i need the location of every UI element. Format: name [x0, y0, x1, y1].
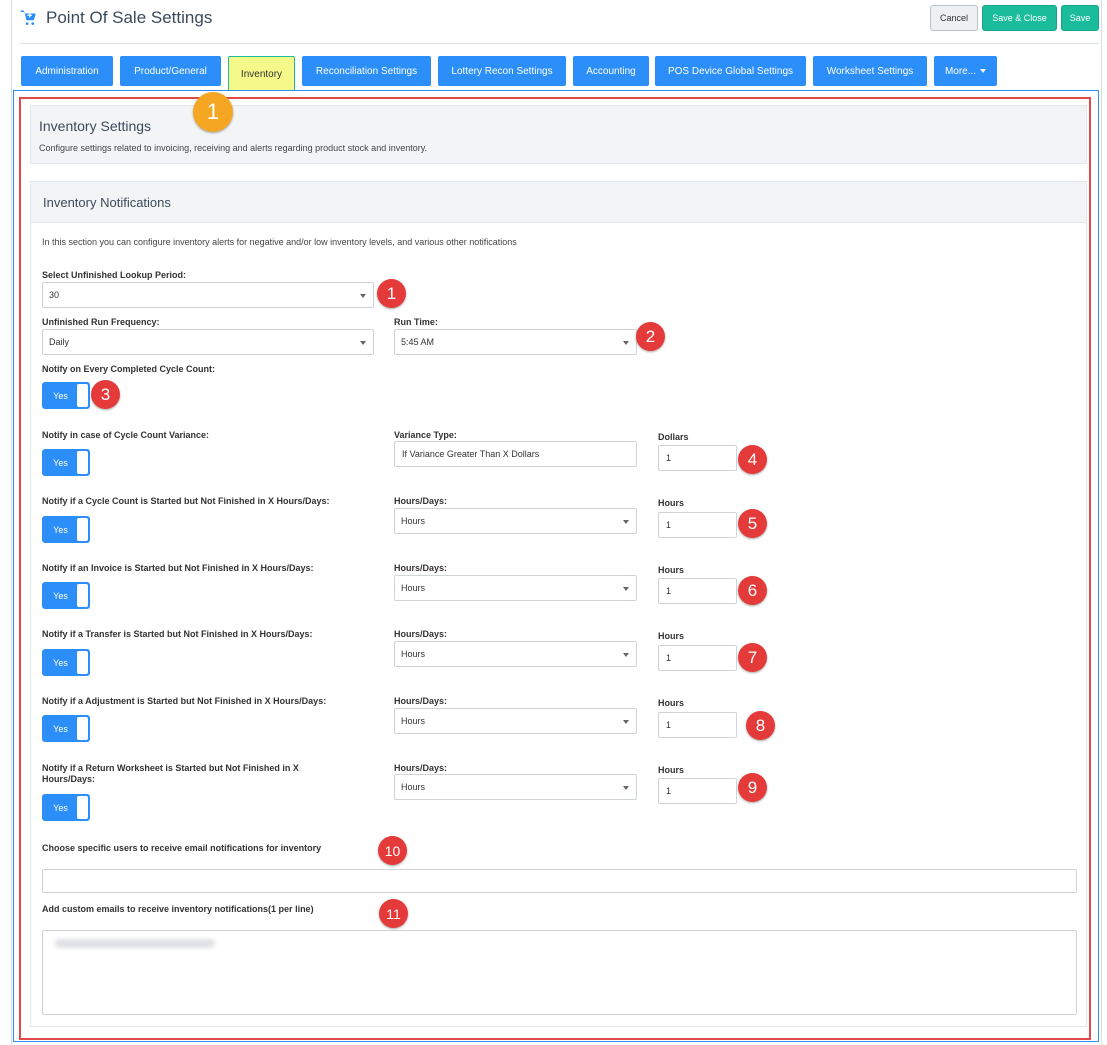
header-divider [20, 43, 1099, 44]
shopping-cart-icon [20, 10, 36, 25]
chevron-down-icon [980, 69, 987, 73]
tab-accounting[interactable]: Accounting [573, 56, 649, 86]
tab-administration[interactable]: Administration [21, 56, 113, 86]
callout-badge-3: 3 [91, 380, 120, 409]
page-title: Point Of Sale Settings [46, 8, 213, 27]
callout-badge-4: 4 [738, 445, 767, 474]
callout-badge-1: 1 [377, 279, 406, 308]
tab-more[interactable]: More... [934, 56, 997, 86]
tab-worksheet-settings[interactable]: Worksheet Settings [813, 56, 927, 86]
callout-badge-10: 10 [378, 836, 407, 865]
tab-more-label: More... [944, 65, 977, 77]
callout-badge-7: 7 [738, 643, 767, 672]
callout-badge-5: 5 [738, 509, 767, 538]
callout-badge-section: 1 [193, 92, 233, 132]
page-header: Point Of Sale Settings [20, 8, 212, 28]
save-close-button[interactable]: Save & Close [982, 5, 1057, 31]
right-frame-border [1101, 0, 1102, 1045]
tab-product-general[interactable]: Product/General [120, 56, 221, 86]
tab-pos-device-global-settings[interactable]: POS Device Global Settings [655, 56, 806, 86]
left-frame-border [11, 0, 12, 1045]
tab-inventory[interactable]: Inventory [228, 56, 295, 91]
save-button[interactable]: Save [1061, 5, 1099, 31]
highlight-frame [19, 97, 1091, 1040]
tab-reconciliation-settings[interactable]: Reconciliation Settings [302, 56, 431, 86]
cancel-button[interactable]: Cancel [930, 5, 978, 31]
callout-badge-8: 8 [746, 711, 775, 740]
callout-badge-9: 9 [738, 773, 767, 802]
callout-badge-11: 11 [379, 899, 408, 928]
callout-badge-6: 6 [738, 576, 767, 605]
callout-badge-2: 2 [636, 322, 665, 351]
tab-lottery-recon-settings[interactable]: Lottery Recon Settings [438, 56, 566, 86]
